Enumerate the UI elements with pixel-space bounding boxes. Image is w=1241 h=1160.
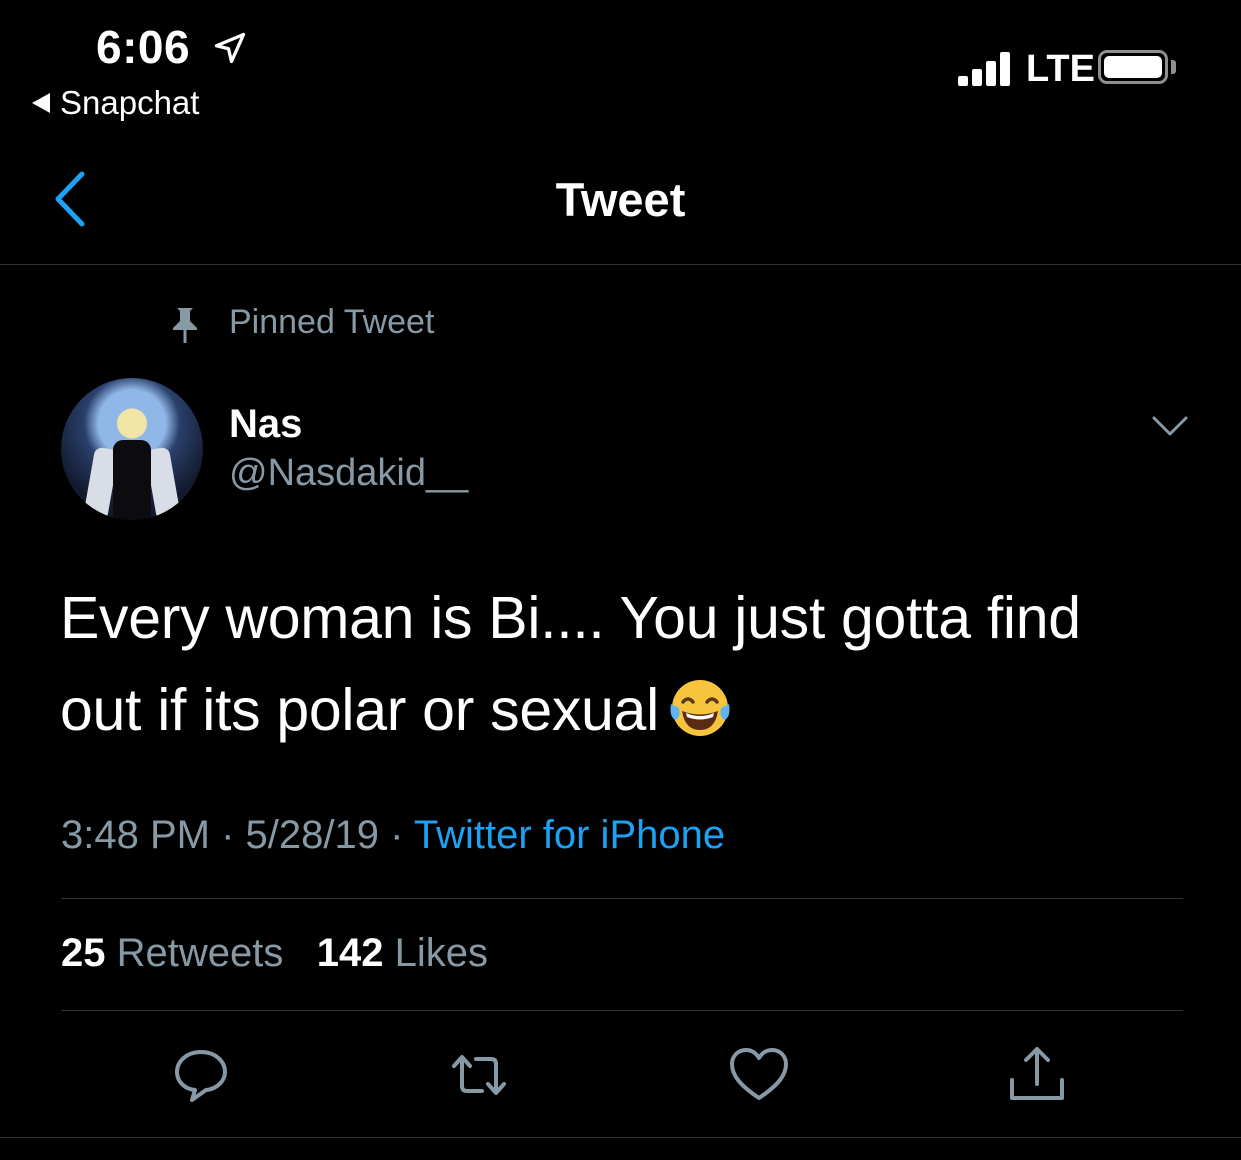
tweet-text: Every woman is Bi.... You just gotta fin… [60,572,1190,756]
retweet-icon[interactable] [448,1044,510,1106]
share-icon[interactable] [1006,1044,1068,1106]
author-name[interactable]: Nas [229,402,302,447]
network-type: LTE [1026,48,1095,90]
reply-icon[interactable] [170,1044,232,1106]
location-arrow-icon [214,32,246,64]
page-title: Tweet [555,173,686,226]
author-handle[interactable]: @Nasdakid__ [229,452,468,495]
tweet-stats: 25 Retweets 142 Likes [61,931,488,976]
tweet-text-line-2: out if its polar or sexual [60,677,659,743]
status-time: 6:06 [96,21,191,73]
back-app-label: Snapchat [60,84,200,121]
chevron-down-icon[interactable] [1150,410,1190,440]
face-with-tears-of-joy-icon [670,680,730,736]
back-to-app-button[interactable]: Snapchat [32,84,199,122]
tweet-source-link[interactable]: Twitter for iPhone [414,813,725,857]
retweets-stat[interactable]: 25 Retweets [61,931,283,975]
pinned-label: Pinned Tweet [229,303,435,341]
tweet-text-line-1: Every woman is Bi.... You just gotta fin… [60,585,1081,651]
meta-separator: · [390,813,404,857]
avatar[interactable] [61,378,203,520]
divider [0,1137,1241,1138]
pin-icon [173,308,197,343]
tweet-time: 3:48 PM [61,813,210,857]
likes-stat[interactable]: 142 Likes [317,931,488,975]
tweet-meta: 3:48 PM · 5/28/19 · Twitter for iPhone [61,813,725,858]
nav-divider [0,264,1241,265]
battery-icon [1098,50,1168,84]
back-triangle-icon [32,93,50,113]
divider [61,898,1183,899]
meta-separator: · [221,813,235,857]
likes-count: 142 [316,931,384,975]
divider [61,1010,1183,1011]
retweets-count: 25 [61,931,106,975]
like-icon[interactable] [728,1044,790,1106]
cellular-signal-icon [958,50,1014,86]
tweet-date: 5/28/19 [245,813,380,857]
retweets-label: Retweets [116,931,284,975]
likes-label: Likes [394,931,488,975]
battery-tip [1171,60,1176,74]
